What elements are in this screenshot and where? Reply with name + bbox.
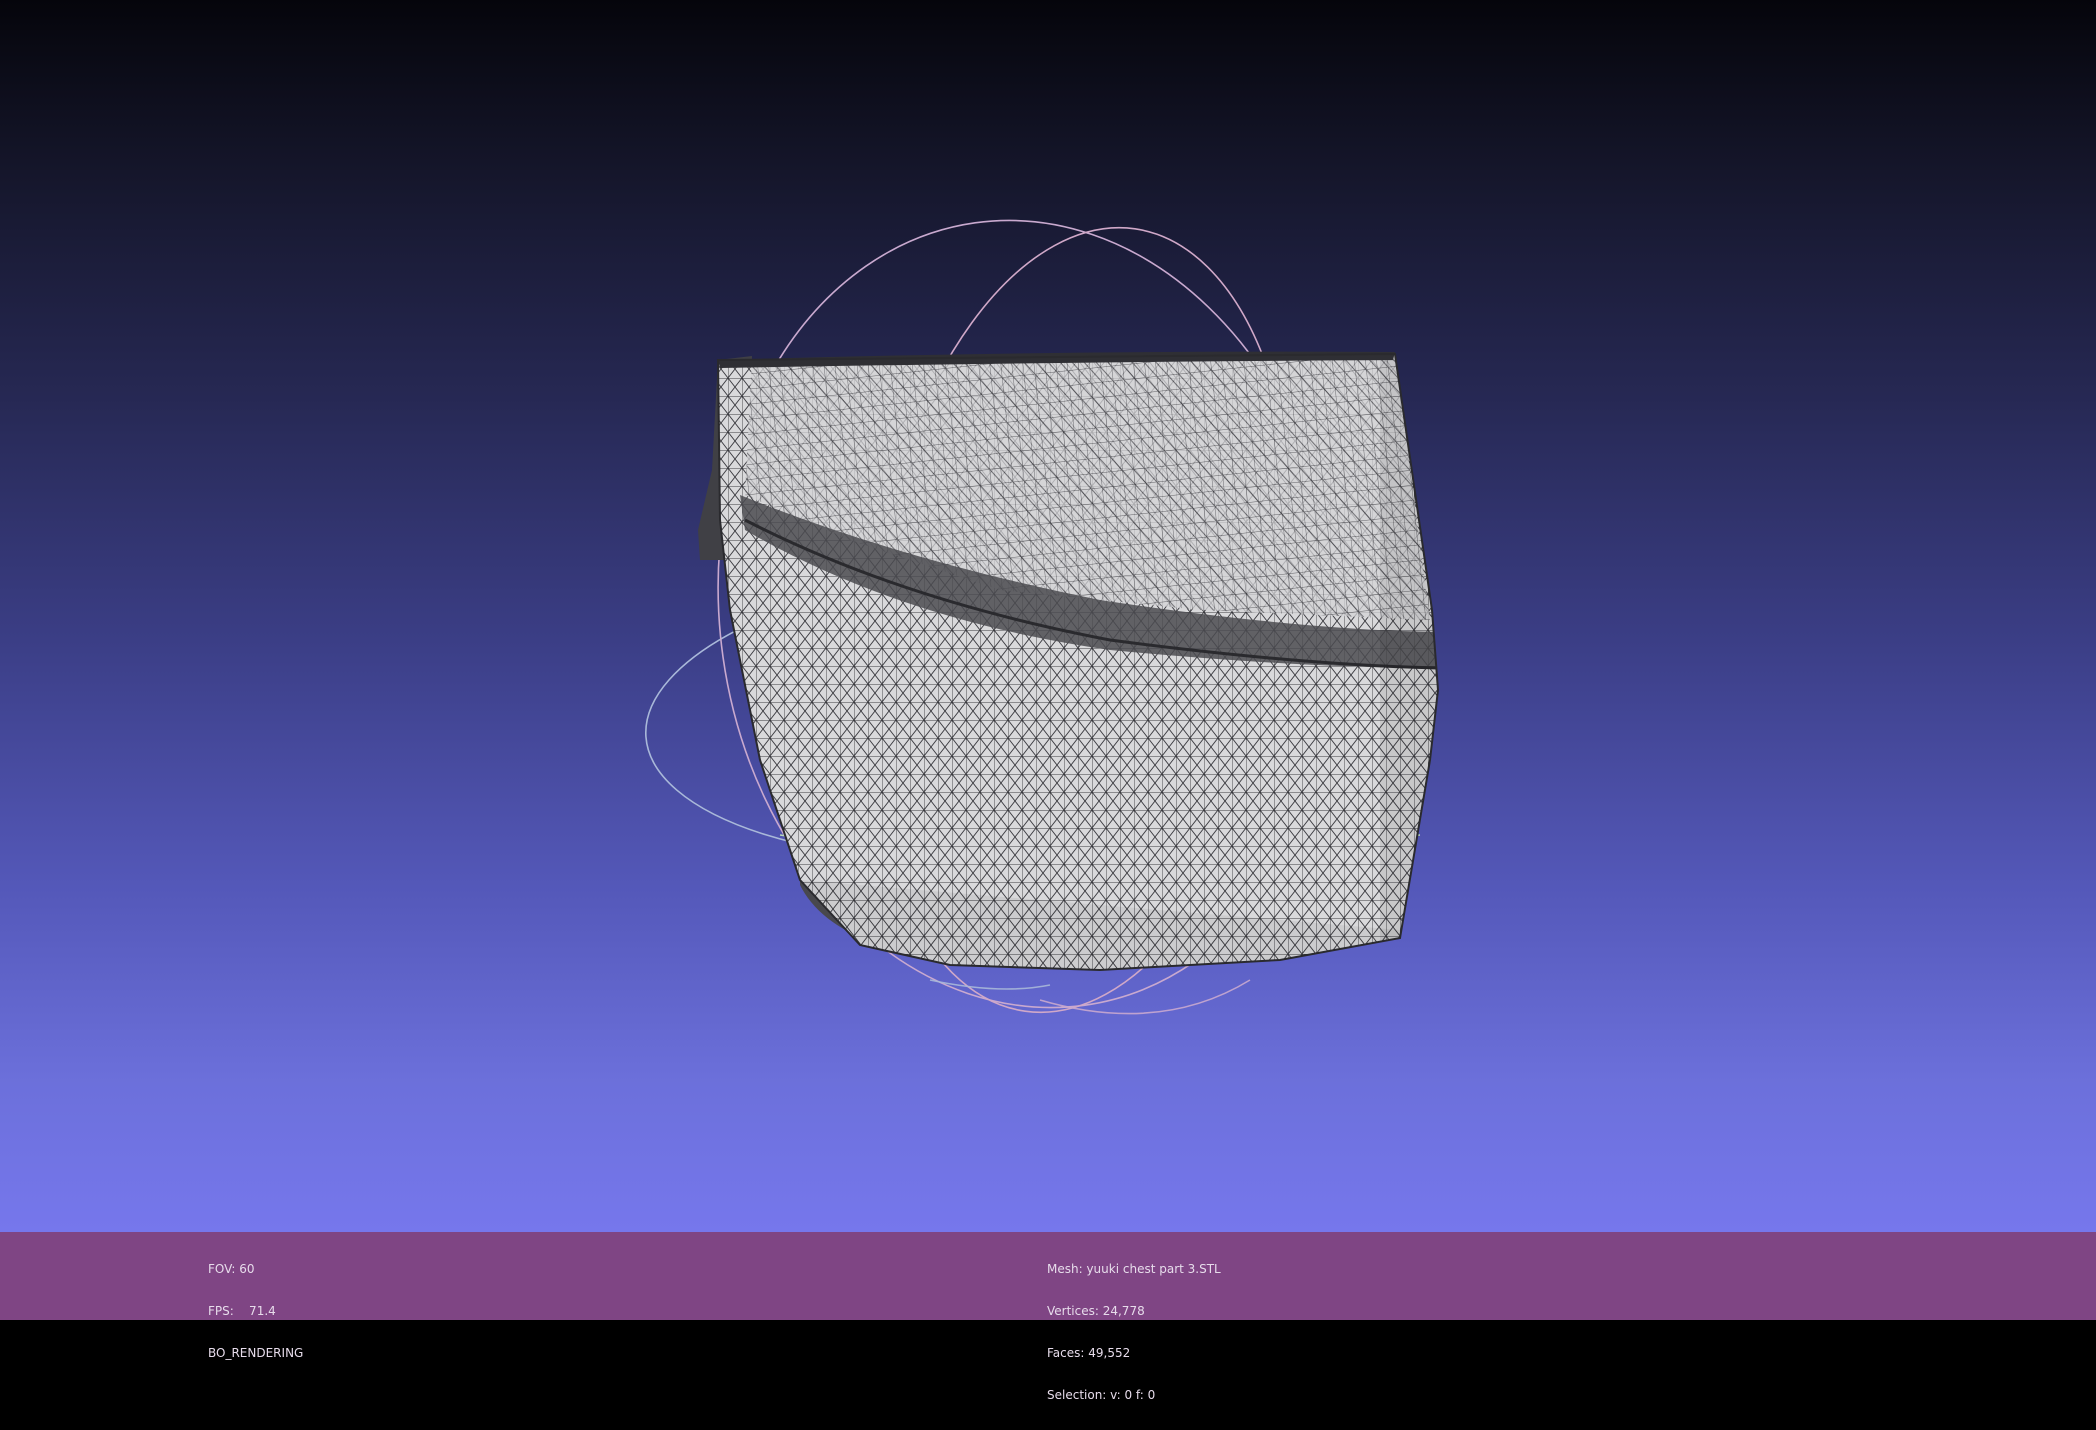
selection-readout: Selection: v: 0 f: 0	[1047, 1388, 1156, 1402]
render-info: FOV: 60 FPS: 71.4 BO_RENDERING	[208, 1234, 303, 1388]
wireframe-mesh-icon[interactable]	[690, 340, 1470, 980]
faces-readout: Faces: 49,552	[1047, 1346, 1131, 1360]
fps-readout: FPS: 71.4	[208, 1304, 276, 1318]
fov-readout: FOV: 60	[208, 1262, 255, 1276]
mesh-name-readout: Mesh: yuuki chest part 3.STL	[1047, 1262, 1221, 1276]
3d-viewport[interactable]	[0, 0, 2096, 1232]
scene-canvas[interactable]	[0, 0, 2096, 1232]
mesh-info: Mesh: yuuki chest part 3.STL Vertices: 2…	[1047, 1234, 1221, 1430]
render-mode-readout: BO_RENDERING	[208, 1346, 304, 1360]
vertices-readout: Vertices: 24,778	[1047, 1304, 1145, 1318]
status-bar: FOV: 60 FPS: 71.4 BO_RENDERING Mesh: yuu…	[0, 1232, 2096, 1402]
